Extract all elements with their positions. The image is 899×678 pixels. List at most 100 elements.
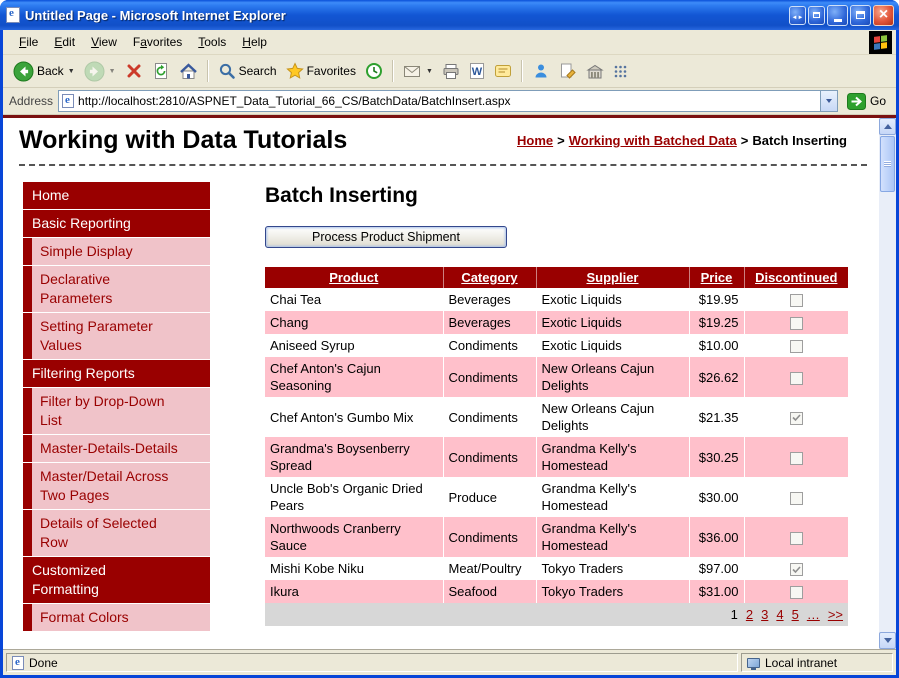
sidebar-item-label: Format Colors [32,604,210,631]
vertical-scrollbar[interactable] [879,118,896,649]
pager-link-4[interactable]: 4 [776,607,783,622]
process-product-shipment-button[interactable]: Process Product Shipment [265,226,507,248]
address-input[interactable]: http://localhost:2810/ASPNET_Data_Tutori… [58,90,838,112]
pager-link-[interactable]: >> [828,607,843,622]
go-button[interactable]: Go [843,93,890,110]
cell-category: Condiments [443,437,536,477]
ie-logo-icon [6,7,20,23]
sidebar-item-label: Simple Display [32,238,210,265]
title-bar[interactable]: Untitled Page - Microsoft Internet Explo… [0,0,899,30]
column-header-discontinued: Discontinued [744,267,848,288]
scroll-thumb[interactable] [880,136,895,192]
address-dropdown-button[interactable] [820,91,837,111]
discuss-icon [494,63,512,79]
sort-link-price[interactable]: Price [701,270,733,285]
search-button[interactable]: Search [214,60,281,82]
sidebar-item-format-colors[interactable]: Format Colors [23,604,210,632]
sort-link-discontinued[interactable]: Discontinued [755,270,837,285]
page-icon [62,94,74,108]
pager-link-5[interactable]: 5 [792,607,799,622]
pager-link-2[interactable]: 2 [746,607,753,622]
menu-edit[interactable]: Edit [46,32,83,52]
maximize-button[interactable] [850,5,871,26]
scroll-up-button[interactable] [879,118,896,135]
pager-link-3[interactable]: 3 [761,607,768,622]
back-button[interactable]: Back▼ [9,59,79,84]
breadcrumb-item-working-with-batched-data[interactable]: Working with Batched Data [569,133,737,148]
discontinued-checkbox [790,412,803,425]
sidebar-item-details-of-selected-row[interactable]: Details of Selected Row [23,510,210,557]
status-bar: Done Local intranet [3,649,896,675]
favorites-button[interactable]: Favorites [282,60,360,82]
sidebar-item-customized-formatting[interactable]: Customized Formatting [23,557,210,604]
menu-items: FileEditViewFavoritesToolsHelp [11,32,275,52]
toolbar: Back▼ ▼ SearchFavorites ▼ W [3,55,896,88]
pager-row: 12345…>> [265,603,848,626]
column-header-price: Price [689,267,744,288]
sort-link-product[interactable]: Product [329,270,378,285]
breadcrumb-item-batch-inserting: Batch Inserting [752,133,847,148]
stop-icon [125,62,143,80]
cell-supplier: Grandma Kelly's Homestead [536,437,689,477]
sidebar-item-label: Filter by Drop-Down List [32,388,210,434]
discuss-button[interactable] [490,61,516,81]
sidebar-item-simple-display[interactable]: Simple Display [23,238,210,266]
home-button[interactable] [175,60,202,83]
title-window-button[interactable] [808,6,825,25]
cell-discontinued [744,477,848,517]
discontinued-checkbox [790,492,803,505]
menu-tools[interactable]: Tools [190,32,234,52]
refresh-button[interactable] [148,60,174,82]
sidebar-item-setting-parameter-values[interactable]: Setting Parameter Values [23,313,210,360]
scroll-track[interactable] [879,193,896,632]
title-arrows-button[interactable] [789,6,806,25]
sidebar-nav: HomeBasic ReportingSimple DisplayDeclara… [23,182,210,632]
quick-launch-button[interactable] [609,62,632,81]
encarta-button[interactable] [582,61,608,82]
table-header-row: Product Category Supplier Price Discontinued [265,267,848,288]
toolbar-separator [207,60,209,82]
close-button[interactable] [873,5,894,26]
mail-button[interactable]: ▼ [399,61,437,81]
minimize-button[interactable] [827,5,848,26]
discontinued-checkbox [790,532,803,545]
print-button[interactable] [438,61,464,82]
breadcrumb-item-home[interactable]: Home [517,133,553,148]
print-icon [442,63,460,80]
arrows-icon [792,6,804,24]
stop-button[interactable] [121,60,147,82]
edit-button[interactable]: W [465,60,489,82]
cell-product: Uncle Bob's Organic Dried Pears [265,477,443,517]
pager-link-[interactable]: … [807,607,820,622]
sidebar-indent-stripe [23,388,32,434]
history-button[interactable] [361,60,387,82]
research-button[interactable] [555,60,581,82]
cell-supplier: Grandma Kelly's Homestead [536,517,689,557]
messenger-button[interactable] [528,60,554,82]
sidebar-item-master-detail-across-two-pages[interactable]: Master/Detail Across Two Pages [23,463,210,510]
address-url: http://localhost:2810/ASPNET_Data_Tutori… [78,94,820,108]
sort-link-category[interactable]: Category [461,270,517,285]
address-bar: Address http://localhost:2810/ASPNET_Dat… [3,88,896,115]
sort-link-supplier[interactable]: Supplier [586,270,638,285]
forward-button: ▼ [80,59,120,84]
menu-view[interactable]: View [83,32,125,52]
scroll-down-button[interactable] [879,632,896,649]
sidebar-item-filtering-reports[interactable]: Filtering Reports [23,360,210,388]
sidebar-item-declarative-parameters[interactable]: Declarative Parameters [23,266,210,313]
cell-product: Grandma's Boysenberry Spread [265,437,443,477]
menu-help[interactable]: Help [234,32,275,52]
sidebar-item-home[interactable]: Home [23,182,210,210]
cell-price: $10.00 [689,334,744,357]
header-separator [19,164,867,166]
sidebar-item-label: Setting Parameter Values [32,313,210,359]
cell-discontinued [744,557,848,580]
cell-discontinued [744,288,848,311]
chevron-down-icon: ▼ [109,68,116,75]
sidebar-item-basic-reporting[interactable]: Basic Reporting [23,210,210,238]
sidebar-item-master-details-details[interactable]: Master-Details-Details [23,435,210,463]
menu-favorites[interactable]: Favorites [125,32,190,52]
menu-file[interactable]: File [11,32,46,52]
sidebar-item-filter-by-drop-down-list[interactable]: Filter by Drop-Down List [23,388,210,435]
cell-category: Produce [443,477,536,517]
